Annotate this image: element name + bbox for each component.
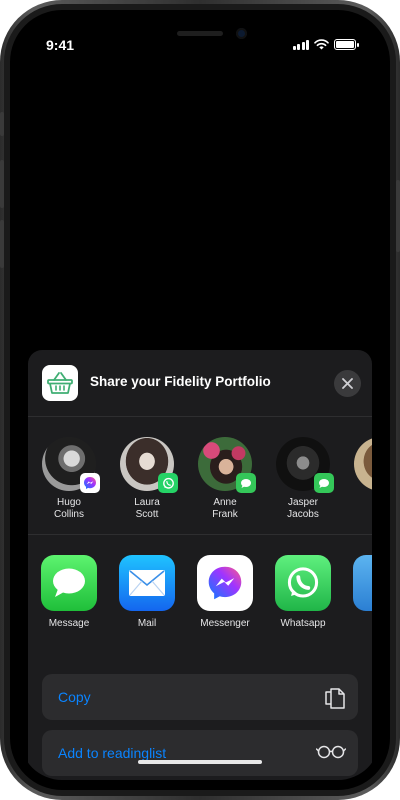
mail-icon — [119, 555, 175, 611]
copy-action-label: Copy — [58, 689, 91, 705]
app-label: Message — [48, 618, 90, 629]
share-sheet-header: Share your Fidelity Portfolio — [28, 350, 372, 417]
app-label: Mail — [137, 618, 157, 629]
app-label: Whatsapp — [280, 618, 326, 629]
messages-icon — [314, 473, 334, 493]
power-button — [396, 180, 400, 252]
whatsapp-icon — [158, 473, 178, 493]
close-button[interactable] — [334, 370, 361, 397]
contact-name: Laura Scott — [134, 497, 160, 520]
contact-name: Hugo Collins — [53, 497, 84, 520]
share-sheet-title: Share your Fidelity Portfolio — [90, 374, 271, 389]
contact-hugo-collins[interactable]: Hugo Collins — [34, 437, 104, 521]
avatar — [276, 437, 334, 493]
status-time: 9:41 — [46, 37, 75, 53]
front-camera-icon — [236, 28, 247, 39]
contact-name: Mac — [346, 497, 373, 509]
messages-icon — [236, 473, 256, 493]
document-copy-icon — [325, 688, 345, 709]
status-icons — [292, 39, 359, 50]
contact-laura-scott[interactable]: Laura Scott — [112, 437, 182, 521]
app-messenger[interactable]: Messenger — [190, 555, 260, 629]
battery-icon — [334, 39, 359, 50]
speaker-grille — [177, 31, 223, 36]
cellular-signal-icon — [292, 39, 309, 50]
avatar — [354, 437, 372, 491]
app-label: Messenger — [200, 618, 250, 629]
wifi-icon — [314, 39, 329, 50]
contact-partial[interactable]: Mac — [346, 437, 372, 509]
messenger-icon — [80, 473, 100, 493]
copy-action[interactable]: Copy — [42, 674, 358, 720]
readinglist-action-label: Add to readinglist — [58, 745, 167, 761]
avatar — [198, 437, 256, 493]
apps-row: Message Mail Messenger Whatsapp — [28, 535, 372, 643]
app-whatsapp[interactable]: Whatsapp — [268, 555, 338, 629]
add-to-readinglist-action[interactable]: Add to readinglist — [42, 730, 358, 776]
contact-anne-frank[interactable]: Anne Frank — [190, 437, 260, 521]
people-row: Hugo Collins Laura Scott Anne Frank Jasp… — [28, 417, 372, 535]
app-mail[interactable]: Mail — [112, 555, 182, 629]
home-indicator[interactable] — [138, 760, 262, 764]
messenger-icon — [197, 555, 253, 611]
messages-icon — [41, 555, 97, 611]
fidelity-basket-icon — [42, 365, 78, 401]
avatar — [120, 437, 178, 493]
contact-jasper-jacobs[interactable]: Jasper Jacobs — [268, 437, 338, 521]
avatar — [42, 437, 100, 493]
notch — [112, 20, 288, 52]
partial-app-icon — [353, 555, 372, 611]
app-message[interactable]: Message — [34, 555, 104, 629]
app-partial[interactable]: T — [346, 555, 372, 629]
contact-name: Anne Frank — [212, 497, 238, 520]
screen: 9:41 Share your Fidelity Portfolio Hugo … — [20, 20, 380, 780]
close-icon — [342, 378, 353, 389]
app-label: T — [346, 618, 372, 629]
share-sheet: Share your Fidelity Portfolio Hugo Colli… — [28, 350, 372, 780]
contact-name: Jasper Jacobs — [287, 497, 319, 520]
glasses-icon — [316, 745, 346, 759]
whatsapp-icon — [275, 555, 331, 611]
